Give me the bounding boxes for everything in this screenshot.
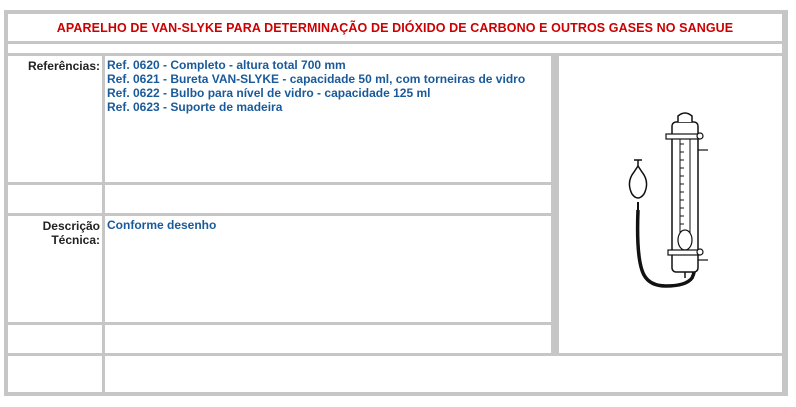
footer-value-cell xyxy=(105,356,782,392)
description-label-cell: Descrição Técnica: xyxy=(8,216,102,322)
references-label-cell: Referências: xyxy=(8,56,102,182)
reference-item: Ref. 0622 - Bulbo para nível de vidro - … xyxy=(107,86,431,100)
reference-item: Ref. 0623 - Suporte de madeira xyxy=(107,100,283,114)
empty-label-cell-2 xyxy=(8,325,102,353)
spacer-row xyxy=(8,44,782,53)
van-slyke-apparatus-icon xyxy=(628,111,708,288)
image-cell xyxy=(559,56,782,353)
description-label-line2: Técnica: xyxy=(51,233,100,247)
references-label: Referências: xyxy=(27,59,100,73)
title-cell: APARELHO DE VAN-SLYKE PARA DETERMINAÇÃO … xyxy=(8,14,782,41)
page-title: APARELHO DE VAN-SLYKE PARA DETERMINAÇÃO … xyxy=(56,20,734,35)
reference-item: Ref. 0620 - Completo - altura total 700 … xyxy=(107,58,346,72)
description-value: Conforme desenho xyxy=(107,218,217,232)
references-value-cell: Ref. 0620 - Completo - altura total 700 … xyxy=(105,56,551,182)
empty-label-cell xyxy=(8,185,102,213)
empty-value-cell-2 xyxy=(105,325,551,353)
product-table: APARELHO DE VAN-SLYKE PARA DETERMINAÇÃO … xyxy=(4,10,788,396)
description-label-line1: Descrição xyxy=(42,219,100,233)
description-value-cell: Conforme desenho xyxy=(105,216,551,322)
empty-value-cell xyxy=(105,185,551,213)
reference-item: Ref. 0621 - Bureta VAN-SLYKE - capacidad… xyxy=(107,72,526,86)
footer-label-cell xyxy=(8,356,102,392)
